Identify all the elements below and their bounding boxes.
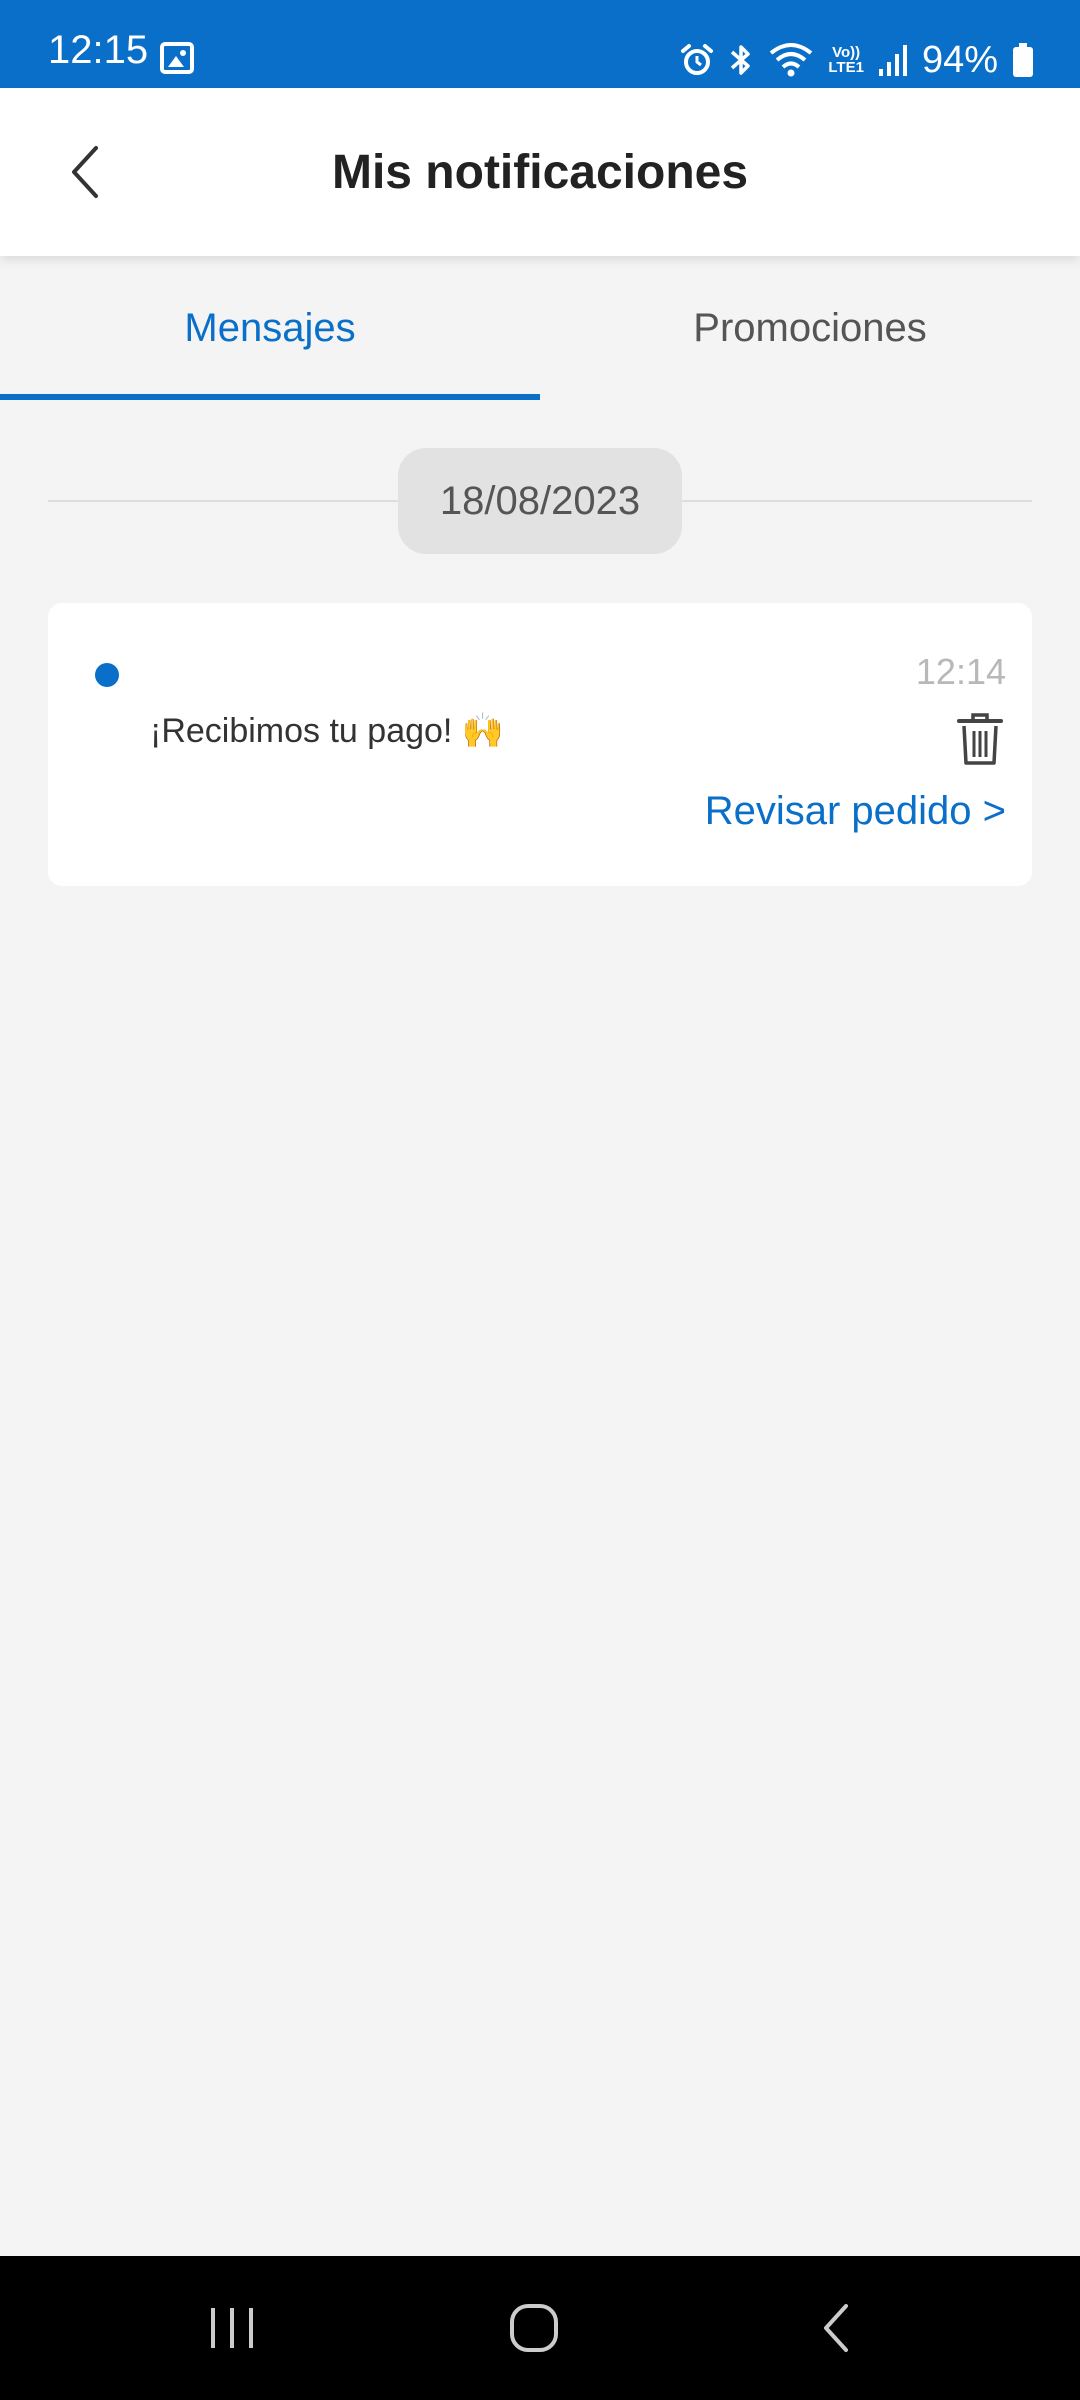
app-header: Mis notificaciones xyxy=(0,88,1080,256)
delete-notification-button[interactable] xyxy=(956,713,1004,767)
bluetooth-icon xyxy=(731,45,751,75)
unread-indicator xyxy=(95,663,119,687)
notification-time: 12:14 xyxy=(915,651,1006,692)
recent-apps-button[interactable] xyxy=(162,2256,302,2400)
tab-mensajes[interactable]: Mensajes xyxy=(0,256,540,400)
battery-icon xyxy=(1013,43,1033,77)
active-tab-indicator xyxy=(0,394,540,400)
tab-bar: Mensajes Promociones xyxy=(0,256,1080,400)
home-icon xyxy=(510,2304,558,2352)
date-separator: 18/08/2023 xyxy=(48,448,1032,554)
gallery-icon xyxy=(160,42,194,74)
system-nav-bar xyxy=(0,2256,1080,2400)
trash-icon xyxy=(957,713,1003,765)
volte-icon: Vo)) LTE1 xyxy=(828,45,864,75)
review-order-link[interactable]: Revisar pedido > xyxy=(705,789,1006,834)
volte-label-bottom: LTE1 xyxy=(828,59,864,76)
page-title: Mis notificaciones xyxy=(331,146,749,199)
status-icons: Vo)) LTE1 94% xyxy=(680,38,1034,82)
home-button[interactable] xyxy=(464,2256,604,2400)
notification-message: ¡Recibimos tu pago! 🙌 xyxy=(150,712,505,750)
notification-card[interactable]: 12:14 ¡Recibimos tu pago! 🙌 Revisar pedi… xyxy=(48,603,1032,886)
volte-label-top: Vo)) xyxy=(832,44,861,61)
back-icon xyxy=(824,2304,848,2352)
wifi-icon xyxy=(770,43,813,77)
battery-percent: 94% xyxy=(921,39,998,81)
recent-apps-icon xyxy=(211,2308,253,2348)
status-time: 12:15 xyxy=(48,28,149,72)
alarm-icon xyxy=(681,44,714,75)
status-bar: 12:15 Vo)) LTE1 94% xyxy=(0,0,1080,88)
signal-icon xyxy=(878,45,907,76)
tab-promociones[interactable]: Promociones xyxy=(540,256,1080,400)
system-back-button[interactable] xyxy=(766,2256,906,2400)
date-chip: 18/08/2023 xyxy=(398,448,682,554)
